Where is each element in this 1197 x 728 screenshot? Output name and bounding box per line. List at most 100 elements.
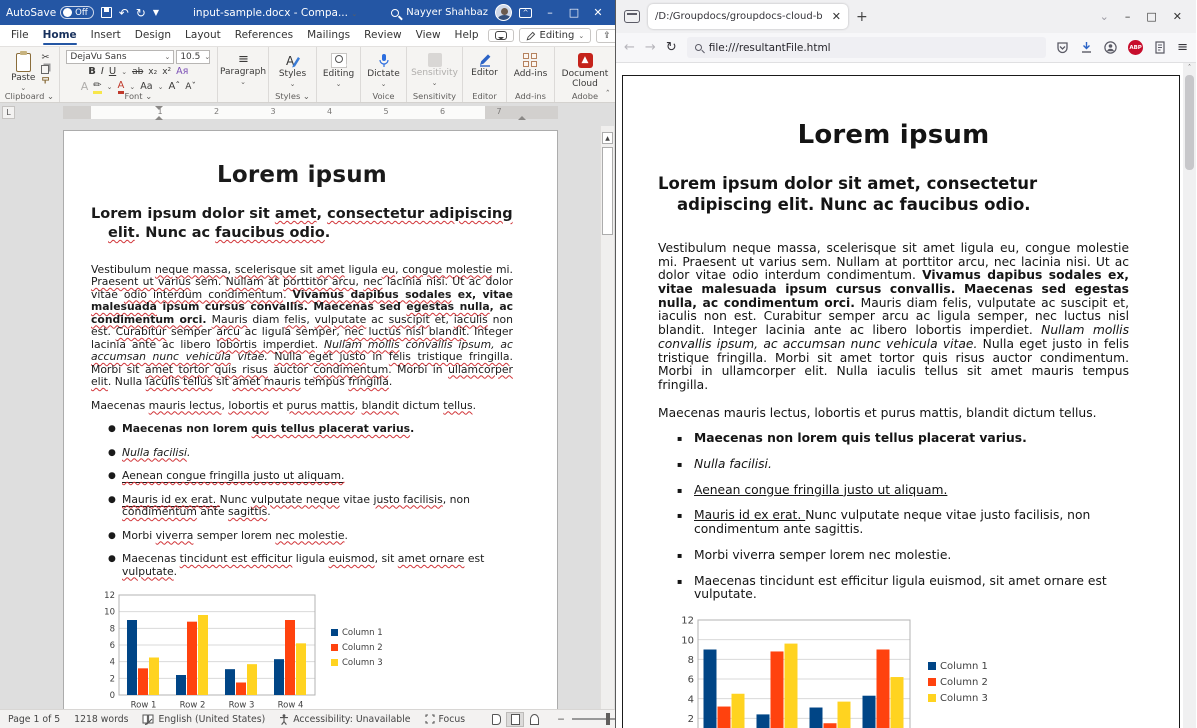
scrollbar-thumb[interactable] [602,147,613,235]
url-bar[interactable]: file:///resultantFile.html [687,37,1046,58]
word-maximize-button[interactable]: □ [563,6,585,19]
tab-insert[interactable]: Insert [84,27,128,44]
browser-minimize-button[interactable]: – [1125,10,1131,23]
document-cloud-button[interactable]: ▲ Document Cloud [556,50,614,90]
cut-icon[interactable]: ✂ [41,52,51,63]
adblock-icon[interactable]: ABP [1128,40,1143,55]
read-mode-button[interactable] [487,712,505,727]
menu-icon[interactable]: ≡ [1177,40,1188,55]
tab-file[interactable]: File [4,27,36,44]
superscript-button[interactable]: x² [162,67,171,77]
paste-button[interactable]: Paste⌄ [7,50,39,92]
pocket-icon[interactable] [1056,41,1069,54]
search-icon[interactable] [391,9,399,17]
copy-icon[interactable] [41,65,49,74]
new-tab-button[interactable]: + [856,9,868,25]
accessibility-status[interactable]: Accessibility: Unavailable [279,714,410,725]
zoom-out-button[interactable]: − [557,714,565,725]
shrink-font-button[interactable]: Aˇ [185,82,196,92]
tab-close-icon[interactable]: ✕ [832,10,841,23]
right-indent-marker[interactable] [518,112,526,120]
editor-button[interactable]: Editor [463,50,507,78]
browser-tab[interactable]: /D:/Groupdocs/groupdocs-cloud-b ✕ [648,4,848,29]
pencil-icon [526,31,536,41]
back-icon[interactable]: ← [624,40,635,55]
print-layout-button[interactable] [506,712,524,727]
dictate-button[interactable]: Dictate⌄ [362,50,406,88]
forward-icon[interactable]: → [645,40,656,55]
tab-references[interactable]: References [228,27,300,44]
page-indicator[interactable]: Page 1 of 5 [8,714,60,725]
underline-button[interactable]: U [109,66,116,77]
collapse-ribbon-icon[interactable]: ˆ [606,90,611,100]
word-minimize-button[interactable]: – [539,6,561,19]
scroll-up-arrow[interactable]: ˆ [1183,64,1196,72]
editing-mode-button[interactable]: Editing⌄ [519,28,592,43]
word-count[interactable]: 1218 words [74,714,128,725]
bold-button[interactable]: B [88,66,96,77]
addins-button[interactable]: Add-ins [509,50,553,79]
phonetic-guide-button[interactable]: Aя [176,66,188,77]
ribbon-display-options-icon[interactable]: ^ [519,8,532,18]
grow-font-button[interactable]: Aˆ [168,81,180,92]
clipboard-group-label[interactable]: Clipboard ⌄ [5,91,54,101]
browser-close-button[interactable]: ✕ [1173,10,1182,23]
voice-group-label[interactable]: Voice [372,91,394,101]
browser-maximize-button[interactable]: □ [1146,10,1156,23]
tab-help[interactable]: Help [448,27,486,44]
autosave-toggle[interactable]: AutoSave Off [6,6,94,19]
extension-icon[interactable] [1154,41,1166,54]
undo-icon[interactable]: ↶ [119,7,129,19]
redo-icon[interactable]: ↻ [136,7,146,19]
italic-button[interactable]: I [101,66,104,77]
highlight-color-button[interactable]: ✏ [93,80,101,94]
browser-scrollbar[interactable]: ˆ [1183,63,1196,728]
font-name-select[interactable]: DejaVu Sans⌄ [66,50,174,64]
editing-button[interactable]: Editing⌄ [317,50,361,88]
reload-icon[interactable]: ↻ [666,40,677,55]
styles-button[interactable]: A Styles⌄ [271,50,315,88]
scroll-up-arrow[interactable]: ▲ [602,132,613,144]
font-group-label[interactable]: Font ⌄ [124,91,152,101]
zoom-slider-thumb[interactable] [606,713,610,725]
subscript-button[interactable]: x₂ [148,67,157,77]
comments-button[interactable] [488,29,514,42]
proofing-status[interactable]: English (United States) [142,714,265,725]
tab-layout[interactable]: Layout [178,27,228,44]
editor-group-label[interactable]: Editor [472,91,497,101]
paragraph-button[interactable]: ≡ Paragraph⌄ [221,50,265,86]
tab-design[interactable]: Design [128,27,178,44]
sensitivity-group-label[interactable]: Sensitivity [413,91,456,101]
font-color-button[interactable]: A [118,80,125,94]
tab-review[interactable]: Review [357,27,408,44]
hanging-indent-marker[interactable] [155,112,163,120]
save-icon[interactable] [101,7,112,18]
tab-mailings[interactable]: Mailings [300,27,357,44]
sensitivity-button[interactable]: Sensitivity⌄ [408,50,462,87]
tab-view[interactable]: View [409,27,448,44]
strikethrough-button[interactable]: ab [132,67,143,77]
adobe-group-label[interactable]: Adobe [572,91,598,101]
document-title[interactable]: input-sample.docx - Compa... ⌄ [166,7,384,19]
tab-selector[interactable]: L [2,106,15,119]
format-painter-icon[interactable] [41,76,51,86]
font-size-select[interactable]: 10.5⌄ [176,50,210,64]
styles-group-label[interactable]: Styles ⌄ [275,91,310,101]
addins-group-label[interactable]: Add-ins [515,91,546,101]
quick-access-toolbar-icon[interactable]: ▼ [153,9,159,17]
tab-home[interactable]: Home [36,27,84,44]
firefox-view-icon[interactable] [624,10,640,23]
text-effects-button[interactable]: A [81,80,89,93]
share-button[interactable]: ⇪⌄ [596,29,616,43]
scrollbar-thumb[interactable] [1185,75,1194,170]
account-icon[interactable] [1104,41,1117,54]
avatar[interactable] [495,4,512,21]
zoom-slider[interactable] [572,718,616,720]
word-vertical-scrollbar[interactable]: ▲ [600,126,614,709]
web-layout-button[interactable] [525,712,543,727]
word-page[interactable]: Lorem ipsum Lorem ipsum dolor sit amet, … [63,130,558,709]
list-tabs-icon[interactable]: ⌄ [1100,10,1109,23]
word-close-button[interactable]: ✕ [587,6,609,19]
focus-mode[interactable]: Focus [425,714,466,725]
downloads-icon[interactable] [1080,41,1093,54]
